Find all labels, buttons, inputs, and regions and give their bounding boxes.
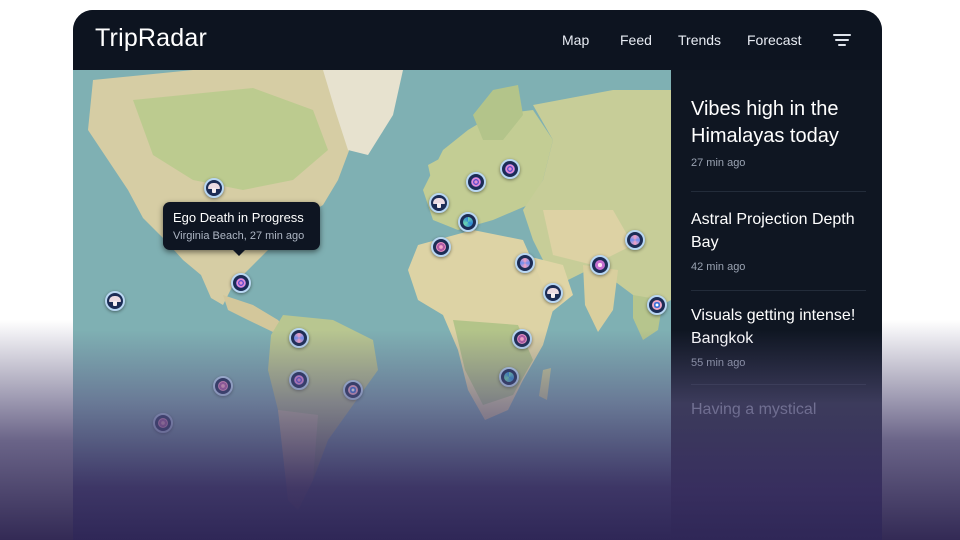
map-marker[interactable] — [466, 172, 486, 192]
brand-logo[interactable]: TripRadar — [95, 24, 207, 53]
swirl-icon — [294, 333, 304, 343]
map-marker[interactable] — [204, 178, 224, 198]
feed-item[interactable]: Visuals getting intense! Bangkok 55 min … — [691, 304, 877, 369]
feed-divider — [691, 384, 866, 385]
feed-item-time: 55 min ago — [691, 357, 746, 369]
mandala-icon — [236, 278, 246, 288]
eye-icon — [348, 385, 358, 395]
nav-feed[interactable]: Feed — [620, 32, 652, 48]
feed-item-time: 42 min ago — [691, 261, 746, 273]
mushroom-icon — [109, 296, 121, 306]
map-marker[interactable] — [458, 212, 478, 232]
map-marker[interactable] — [429, 193, 449, 213]
nav-trends[interactable]: Trends — [678, 32, 721, 48]
mandala-icon — [471, 177, 481, 187]
map-marker[interactable] — [289, 328, 309, 348]
star-icon — [595, 260, 605, 270]
swirl-icon — [630, 235, 640, 245]
feed-item-title: Having a mystical — [691, 401, 817, 418]
marker-tooltip: Ego Death in Progress Virginia Beach, 27… — [163, 202, 320, 256]
feed-item-title: Astral Projection Depth Bay — [691, 211, 855, 251]
map-marker[interactable] — [105, 291, 125, 311]
map-marker[interactable] — [500, 159, 520, 179]
feed-divider — [691, 191, 866, 192]
trip-feed-panel: Vibes high in the Himalayas today 27 min… — [671, 70, 882, 540]
swirl-icon — [520, 258, 530, 268]
world-map[interactable]: Ego Death in Progress Virginia Beach, 27… — [73, 70, 671, 540]
top-navigation-bar: TripRadar Map Feed Trends Forecast — [73, 10, 882, 70]
map-marker[interactable] — [647, 295, 667, 315]
feed-item[interactable]: Having a mystical — [691, 398, 877, 421]
flower-icon — [436, 242, 446, 252]
map-marker[interactable] — [543, 283, 563, 303]
map-marker[interactable] — [213, 376, 233, 396]
map-marker[interactable] — [515, 253, 535, 273]
leaf-icon — [504, 372, 514, 382]
map-marker[interactable] — [153, 413, 173, 433]
map-marker[interactable] — [590, 255, 610, 275]
flower-icon — [517, 334, 527, 344]
leaf-icon — [463, 217, 473, 227]
tooltip-title: Ego Death in Progress — [173, 210, 304, 225]
flower-icon — [218, 381, 228, 391]
world-map-graphic — [73, 70, 671, 540]
flower-icon — [158, 418, 168, 428]
eye-icon — [652, 300, 662, 310]
app-window: TripRadar Map Feed Trends Forecast Ego D… — [73, 10, 882, 540]
nav-map[interactable]: Map — [562, 32, 589, 48]
mushroom-icon — [208, 183, 220, 193]
map-marker[interactable] — [625, 230, 645, 250]
feed-item[interactable]: Astral Projection Depth Bay 42 min ago — [691, 208, 877, 273]
map-marker[interactable] — [289, 370, 309, 390]
map-marker[interactable] — [499, 367, 519, 387]
feed-item-title: Visuals getting intense! Bangkok — [691, 307, 856, 347]
map-marker[interactable] — [431, 237, 451, 257]
mandala-icon — [505, 164, 515, 174]
feed-divider — [691, 290, 866, 291]
mushroom-icon — [547, 288, 559, 298]
feed-item[interactable]: Vibes high in the Himalayas today 27 min… — [691, 96, 877, 169]
map-marker[interactable] — [512, 329, 532, 349]
mandala-icon — [294, 375, 304, 385]
filter-menu-icon[interactable] — [833, 32, 851, 48]
mushroom-icon — [433, 198, 445, 208]
feed-item-title: Vibes high in the Himalayas today — [691, 98, 839, 147]
nav-forecast[interactable]: Forecast — [747, 32, 801, 48]
map-marker-selected[interactable] — [231, 273, 251, 293]
feed-item-time: 27 min ago — [691, 157, 746, 169]
map-marker[interactable] — [343, 380, 363, 400]
tooltip-subtitle: Virginia Beach, 27 min ago — [173, 230, 305, 242]
